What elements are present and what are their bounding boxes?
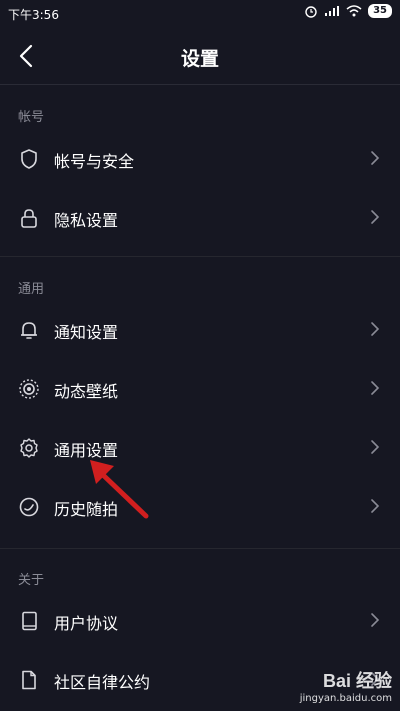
shield-icon (21, 149, 37, 169)
lock-icon (21, 209, 37, 228)
settings-item-label: 通知设置 (54, 323, 119, 342)
wallpaper-icon (19, 379, 39, 399)
status-bar: 下午3:56 35 (0, 0, 400, 28)
chevron-right-icon (371, 322, 380, 336)
alarm-icon (305, 6, 317, 18)
settings-item-label: 用户协议 (54, 614, 119, 633)
history-icon (19, 497, 39, 517)
status-icons: 35 (304, 4, 392, 18)
settings-item-label: 动态壁纸 (54, 382, 119, 401)
settings-item-live-wallpaper[interactable]: 动态壁纸 (0, 360, 400, 418)
settings-item-label: 社区自律公约 (54, 673, 151, 692)
settings-item-history[interactable]: 历史随拍 (0, 478, 400, 536)
section-divider (0, 548, 400, 549)
settings-item-label: 帐号与安全 (54, 152, 135, 171)
chevron-right-icon (371, 381, 380, 395)
settings-item-user-agreement[interactable]: 用户协议 (0, 592, 400, 650)
bell-icon (21, 322, 37, 339)
watermark-brand: Bai 经验 (322, 671, 392, 692)
book-icon (22, 611, 37, 631)
annotation-arrow-icon (90, 460, 149, 519)
chevron-right-icon (371, 613, 380, 627)
battery-indicator: 35 (368, 4, 392, 18)
watermark-url: jingyan.baidu.com (299, 693, 392, 704)
chevron-right-icon (371, 499, 380, 513)
gear-icon (20, 438, 38, 458)
chevron-right-icon (371, 440, 380, 454)
settings-item-label: 隐私设置 (54, 211, 119, 230)
section-divider (0, 256, 400, 257)
header-divider (0, 84, 400, 85)
baidu-jingyan-watermark: Bai 经验 jingyan.baidu.com (300, 671, 392, 705)
header: 设置 (0, 28, 400, 84)
section-label-general: 通用 (18, 282, 45, 297)
settings-item-general[interactable]: 通用设置 (0, 419, 400, 477)
wifi-icon (346, 5, 362, 17)
signal-icon (325, 6, 340, 16)
chevron-right-icon (371, 151, 380, 165)
chevron-right-icon (371, 210, 380, 224)
settings-item-privacy[interactable]: 隐私设置 (0, 189, 400, 247)
settings-item-account-security[interactable]: 帐号与安全 (0, 130, 400, 188)
status-time: 下午3:56 (8, 8, 59, 22)
section-label-account: 帐号 (18, 110, 45, 125)
section-label-about: 关于 (18, 573, 45, 588)
settings-item-notifications[interactable]: 通知设置 (0, 301, 400, 359)
document-icon (22, 670, 36, 690)
page-title: 设置 (180, 48, 219, 70)
